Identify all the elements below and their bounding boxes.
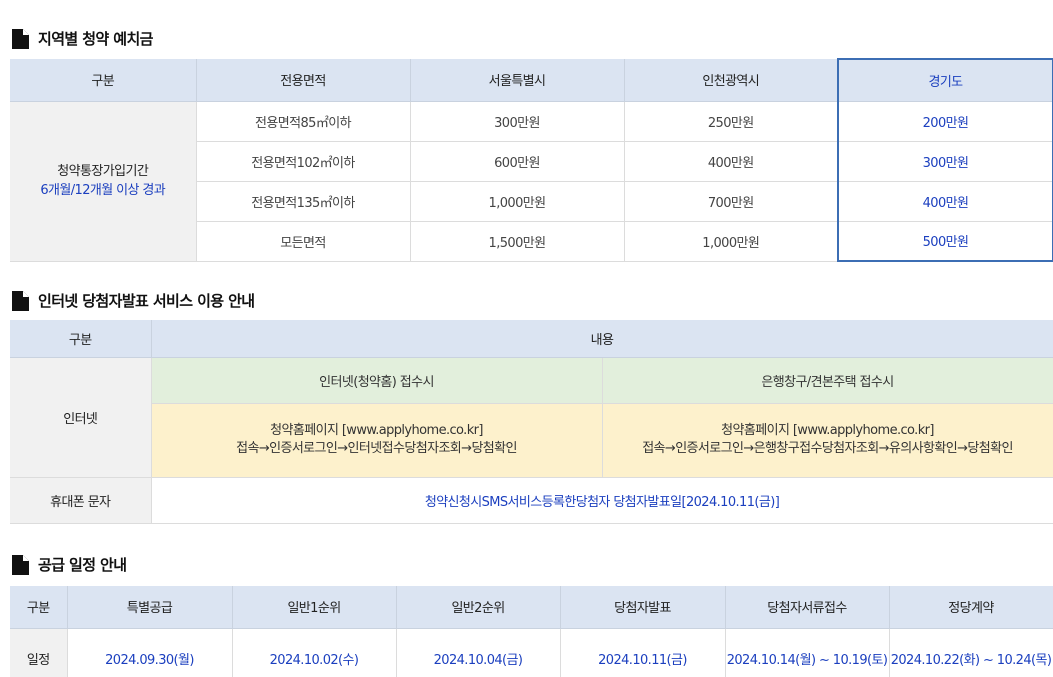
row-label-period: 청약통장가입기간 6개월/12개월 이상 경과 bbox=[10, 101, 197, 262]
header-gyeonggi: 경기도 bbox=[837, 58, 1053, 102]
table-header-row: 구분 내용 bbox=[10, 320, 1053, 358]
section-title-text: 인터넷 당첨자발표 서비스 이용 안내 bbox=[38, 292, 255, 310]
steps-line1: 청약홈페이지 [www.applyhome.co.kr] bbox=[721, 423, 934, 438]
steps-line1: 청약홈페이지 [www.applyhome.co.kr] bbox=[270, 423, 483, 438]
document-icon bbox=[12, 28, 29, 49]
cell-area: 전용면적135㎡이하 bbox=[196, 181, 411, 222]
cell-bank-steps: 청약홈페이지 [www.applyhome.co.kr] 접속→인증서로그인→은… bbox=[602, 403, 1053, 478]
cell-area: 전용면적102㎡이하 bbox=[196, 141, 411, 182]
row-label-line2: 6개월/12개월 이상 경과 bbox=[40, 183, 166, 198]
cell-general2-date: 2024.10.04(금) bbox=[396, 628, 561, 677]
header-documents: 당첨자서류접수 bbox=[725, 586, 890, 629]
row-label-line1: 청약통장가입기간 bbox=[57, 164, 149, 179]
cell-seoul: 600만원 bbox=[410, 141, 625, 182]
table-header-row: 구분 전용면적 서울특별시 인천광역시 경기도 bbox=[10, 58, 1053, 102]
header-category: 구분 bbox=[10, 59, 197, 102]
cell-seoul: 1,000만원 bbox=[410, 181, 625, 222]
steps-line2: 접속→인증서로그인→은행창구접수당첨자조회→유의사항확인→당첨확인 bbox=[642, 441, 1013, 456]
section-title-announcement: 인터넷 당첨자발표 서비스 이용 안내 bbox=[12, 290, 255, 311]
header-content: 내용 bbox=[151, 320, 1053, 358]
section-title-text: 지역별 청약 예치금 bbox=[38, 30, 153, 48]
header-seoul: 서울특별시 bbox=[410, 59, 625, 102]
cell-area: 모든면적 bbox=[196, 221, 411, 262]
section-title-schedule: 공급 일정 안내 bbox=[12, 554, 127, 575]
cell-incheon: 700만원 bbox=[624, 181, 839, 222]
header-category: 구분 bbox=[10, 586, 68, 629]
header-announcement: 당첨자발표 bbox=[560, 586, 726, 629]
cell-contract-date: 2024.10.22(화) ~ 10.24(목) bbox=[889, 628, 1053, 677]
announcement-table: 구분 내용 인터넷 인터넷(청약홈) 접수시 은행창구/견본주택 접수시 청약홈… bbox=[10, 320, 1053, 524]
cell-gyeonggi: 200만원 bbox=[837, 101, 1053, 142]
table-row: 청약홈페이지 [www.applyhome.co.kr] 접속→인증서로그인→인… bbox=[10, 403, 1053, 478]
cell-sms-text: 청약신청시SMS서비스등록한당첨자 당첨자발표일[2024.10.11(금)] bbox=[151, 477, 1053, 524]
header-general1: 일반1순위 bbox=[232, 586, 397, 629]
cell-bank-apply: 은행창구/견본주택 접수시 bbox=[602, 357, 1053, 404]
deposit-table: 구분 전용면적 서울특별시 인천광역시 경기도 청약통장가입기간 6개월/12개… bbox=[10, 58, 1053, 262]
document-icon bbox=[12, 554, 29, 575]
header-category: 구분 bbox=[10, 320, 152, 358]
cell-special-date: 2024.09.30(월) bbox=[67, 628, 233, 677]
cell-internet-steps: 청약홈페이지 [www.applyhome.co.kr] 접속→인증서로그인→인… bbox=[151, 403, 603, 478]
cell-incheon: 1,000만원 bbox=[624, 221, 839, 262]
cell-gyeonggi: 400만원 bbox=[837, 181, 1053, 222]
row-label-sms: 휴대폰 문자 bbox=[10, 477, 152, 524]
header-incheon: 인천광역시 bbox=[624, 59, 839, 102]
row-label-internet: 인터넷 bbox=[10, 357, 152, 478]
header-special: 특별공급 bbox=[67, 586, 233, 629]
document-icon bbox=[12, 290, 29, 311]
cell-announcement-date: 2024.10.11(금) bbox=[560, 628, 726, 677]
table-row: 휴대폰 문자 청약신청시SMS서비스등록한당첨자 당첨자발표일[2024.10.… bbox=[10, 477, 1053, 524]
row-label-schedule: 일정 bbox=[10, 628, 68, 677]
cell-incheon: 400만원 bbox=[624, 141, 839, 182]
table-header-row: 구분 특별공급 일반1순위 일반2순위 당첨자발표 당첨자서류접수 정당계약 bbox=[10, 586, 1053, 629]
schedule-table: 구분 특별공급 일반1순위 일반2순위 당첨자발표 당첨자서류접수 정당계약 일… bbox=[10, 586, 1053, 677]
table-row: 일정 2024.09.30(월) 2024.10.02(수) 2024.10.0… bbox=[10, 628, 1053, 677]
section-title-deposit: 지역별 청약 예치금 bbox=[12, 28, 153, 49]
cell-general1-date: 2024.10.02(수) bbox=[232, 628, 397, 677]
cell-gyeonggi: 500만원 bbox=[837, 221, 1053, 262]
table-row: 청약통장가입기간 6개월/12개월 이상 경과 전용면적85㎡이하 300만원 … bbox=[10, 101, 1053, 262]
header-area: 전용면적 bbox=[196, 59, 411, 102]
section-title-text: 공급 일정 안내 bbox=[38, 556, 127, 574]
cell-seoul: 300만원 bbox=[410, 101, 625, 142]
cell-documents-date: 2024.10.14(월) ~ 10.19(토) bbox=[725, 628, 890, 677]
header-general2: 일반2순위 bbox=[396, 586, 561, 629]
cell-gyeonggi: 300만원 bbox=[837, 141, 1053, 182]
cell-area: 전용면적85㎡이하 bbox=[196, 101, 411, 142]
steps-line2: 접속→인증서로그인→인터넷접수당첨자조회→당첨확인 bbox=[236, 441, 517, 456]
cell-incheon: 250만원 bbox=[624, 101, 839, 142]
cell-internet-apply: 인터넷(청약홈) 접수시 bbox=[151, 357, 603, 404]
header-contract: 정당계약 bbox=[889, 586, 1053, 629]
table-row: 인터넷 인터넷(청약홈) 접수시 은행창구/견본주택 접수시 bbox=[10, 357, 1053, 478]
cell-seoul: 1,500만원 bbox=[410, 221, 625, 262]
